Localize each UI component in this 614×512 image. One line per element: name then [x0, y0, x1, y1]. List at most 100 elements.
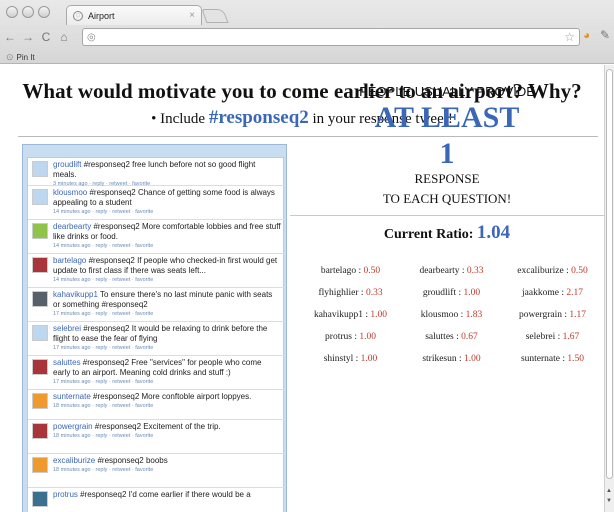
scroll-up-icon[interactable]: ▲: [606, 488, 612, 494]
people-usually-text: PEOPLE USUALLY PROVIDE: [359, 84, 535, 99]
leaderboard-entry: flyhighlier : 0.33: [318, 288, 383, 298]
bookmark-pin-it[interactable]: Pin It: [17, 53, 35, 62]
home-icon[interactable]: ⌂: [56, 30, 72, 44]
tweet-text: #responseq2 I'd come earlier if there wo…: [77, 490, 251, 499]
avatar[interactable]: [32, 161, 48, 177]
avatar[interactable]: [32, 491, 48, 507]
tab-close-icon[interactable]: ×: [189, 10, 195, 21]
pin-icon: ⊙: [6, 51, 14, 62]
tweet-username[interactable]: klousmoo: [53, 188, 87, 197]
browser-chrome: ◌ Airport × ← → C ⌂ ◎ ☆ ◕ ✎ ⊙ Pin It: [0, 0, 614, 64]
close-window-button[interactable]: [6, 6, 18, 18]
wrench-icon[interactable]: ✎: [600, 28, 610, 42]
tweet-item[interactable]: selebrei #responseq2 It would be relaxin…: [28, 322, 285, 356]
reload-icon[interactable]: C: [38, 30, 54, 44]
subtitle-prefix: • Include: [151, 111, 209, 127]
leaderboard-user: excaliburize: [517, 266, 564, 276]
avatar[interactable]: [32, 359, 48, 375]
current-ratio: Current Ratio: 1.04: [290, 222, 604, 244]
leaderboard-entry: kahavikupp1 : 1.00: [313, 310, 388, 320]
leaderboard-ratio: 1.17: [569, 310, 587, 320]
tweet-item[interactable]: powergrain #responseq2 Excitement of the…: [28, 420, 285, 454]
tweet-meta[interactable]: 14 minutes ago · reply · retweet · favor…: [53, 242, 281, 250]
tweet-item[interactable]: saluttes #responseq2 Free "services" for…: [28, 356, 285, 390]
tweet-item[interactable]: bartelago #responseq2 If people who chec…: [28, 254, 285, 288]
avatar[interactable]: [32, 257, 48, 273]
tweet-username[interactable]: selebrei: [53, 324, 81, 333]
avatar[interactable]: [32, 291, 48, 307]
tweet-item[interactable]: kahavikupp1 To ensure there's no last mi…: [28, 288, 285, 322]
back-arrow-icon[interactable]: ←: [2, 30, 18, 44]
avatar[interactable]: [32, 325, 48, 341]
leaderboard-entry: selebrei : 1.67: [525, 332, 580, 342]
avatar[interactable]: [32, 393, 48, 409]
ratio-value: 1.04: [476, 222, 511, 243]
response-count: 1: [439, 137, 455, 170]
tweet-username[interactable]: kahavikupp1: [53, 290, 98, 299]
avatar[interactable]: [32, 189, 48, 205]
tweet-username[interactable]: dearbearty: [53, 222, 91, 231]
tweet-item[interactable]: klousmoo #responseq2 Chance of getting s…: [28, 186, 285, 220]
scroll-down-icon[interactable]: ▼: [606, 498, 612, 504]
tweet-meta[interactable]: 17 minutes ago · reply · retweet · favor…: [53, 378, 281, 386]
tweet-body: sunternate #responseq2 More conftoble ai…: [53, 390, 281, 419]
address-bar[interactable]: ◎ ☆: [82, 28, 580, 46]
tweet-username[interactable]: powergrain: [53, 422, 93, 431]
leaderboard-entry: groudlift : 1.00: [422, 288, 481, 298]
leaderboard-user: jaakkome: [522, 288, 559, 298]
tweet-item[interactable]: dearbearty #responseq2 More comfortable …: [28, 220, 285, 254]
tweet-item[interactable]: protrus #responseq2 I'd come earlier if …: [28, 488, 285, 512]
leaderboard-user: shinstyl: [323, 354, 354, 364]
tweet-body: bartelago #responseq2 If people who chec…: [53, 254, 281, 287]
tweet-meta[interactable]: 17 minutes ago · reply · retweet · favor…: [53, 310, 281, 318]
tweet-meta[interactable]: 14 minutes ago · reply · retweet · favor…: [53, 208, 281, 216]
leaderboard-entry: sunternate : 1.50: [520, 354, 585, 364]
new-tab-button[interactable]: [201, 9, 229, 23]
tweet-username[interactable]: saluttes: [53, 358, 81, 367]
tweet-body: klousmoo #responseq2 Chance of getting s…: [53, 186, 281, 219]
leaderboard-ratio: 0.33: [466, 266, 484, 276]
leaderboard-ratio: 1.67: [562, 332, 580, 342]
tweet-username[interactable]: sunternate: [53, 392, 91, 401]
leaderboard-user: klousmoo: [420, 310, 459, 320]
extension-icon[interactable]: ◕: [583, 28, 590, 42]
tweet-item[interactable]: groudlift #responseq2 free lunch before …: [28, 158, 285, 187]
tweet-list[interactable]: groudlift #responseq2 free lunch before …: [27, 157, 285, 512]
tweet-item[interactable]: sunternate #responseq2 More conftoble ai…: [28, 390, 285, 420]
leaderboard-entry: saluttes : 0.67: [425, 332, 478, 342]
tweet-text: #responseq2 free lunch before not so goo…: [53, 160, 256, 179]
leaderboard-ratio: 0.33: [365, 288, 383, 298]
tweet-item[interactable]: excaliburize #responseq2 boobs 18 minutes…: [28, 454, 285, 488]
tweet-meta[interactable]: 14 minutes ago · reply · retweet · favor…: [53, 276, 281, 284]
avatar[interactable]: [32, 423, 48, 439]
leaderboard-ratio: 1.00: [463, 288, 481, 298]
tweet-username[interactable]: groudlift: [53, 160, 81, 169]
tweet-meta[interactable]: 18 minutes ago · reply · retweet · favor…: [53, 432, 281, 440]
leaderboard-ratio: 2.17: [566, 288, 583, 298]
tab-airport[interactable]: ◌ Airport ×: [66, 5, 202, 25]
tweet-meta[interactable]: 18 minutes ago · reply · retweet · favor…: [53, 402, 281, 410]
tweet-username[interactable]: bartelago: [53, 256, 86, 265]
scrollbar[interactable]: ▲ ▼: [604, 65, 614, 512]
bookmark-star-icon[interactable]: ☆: [564, 30, 575, 44]
leaderboard-user: powergrain: [518, 310, 563, 320]
tweet-username[interactable]: protrus: [53, 490, 78, 499]
leaderboard-ratio: 1.50: [567, 354, 585, 364]
tweet-meta[interactable]: 18 minutes ago · reply · retweet · favor…: [53, 466, 281, 474]
scrollbar-thumb[interactable]: [606, 69, 613, 479]
tweet-text: #responseq2 boobs: [95, 456, 168, 465]
tweet-username[interactable]: excaliburize: [53, 456, 95, 465]
zoom-window-button[interactable]: [38, 6, 50, 18]
avatar[interactable]: [32, 457, 48, 473]
avatar[interactable]: [32, 223, 48, 239]
minimize-window-button[interactable]: [22, 6, 34, 18]
each-question-text: TO EACH QUESTION!: [382, 191, 512, 206]
forward-arrow-icon[interactable]: →: [20, 30, 36, 44]
tweet-meta[interactable]: 17 minutes ago · reply · retweet · favor…: [53, 344, 281, 352]
tweet-body: saluttes #responseq2 Free "services" for…: [53, 356, 281, 389]
leaderboard-user: kahavikupp1: [313, 310, 364, 320]
tweet-text: #responseq2 If people who checked-in fir…: [53, 256, 278, 275]
leaderboard-ratio: 1.83: [465, 310, 483, 320]
tweet-body: dearbearty #responseq2 More comfortable …: [53, 220, 281, 253]
tweet-body: kahavikupp1 To ensure there's no last mi…: [53, 288, 281, 321]
